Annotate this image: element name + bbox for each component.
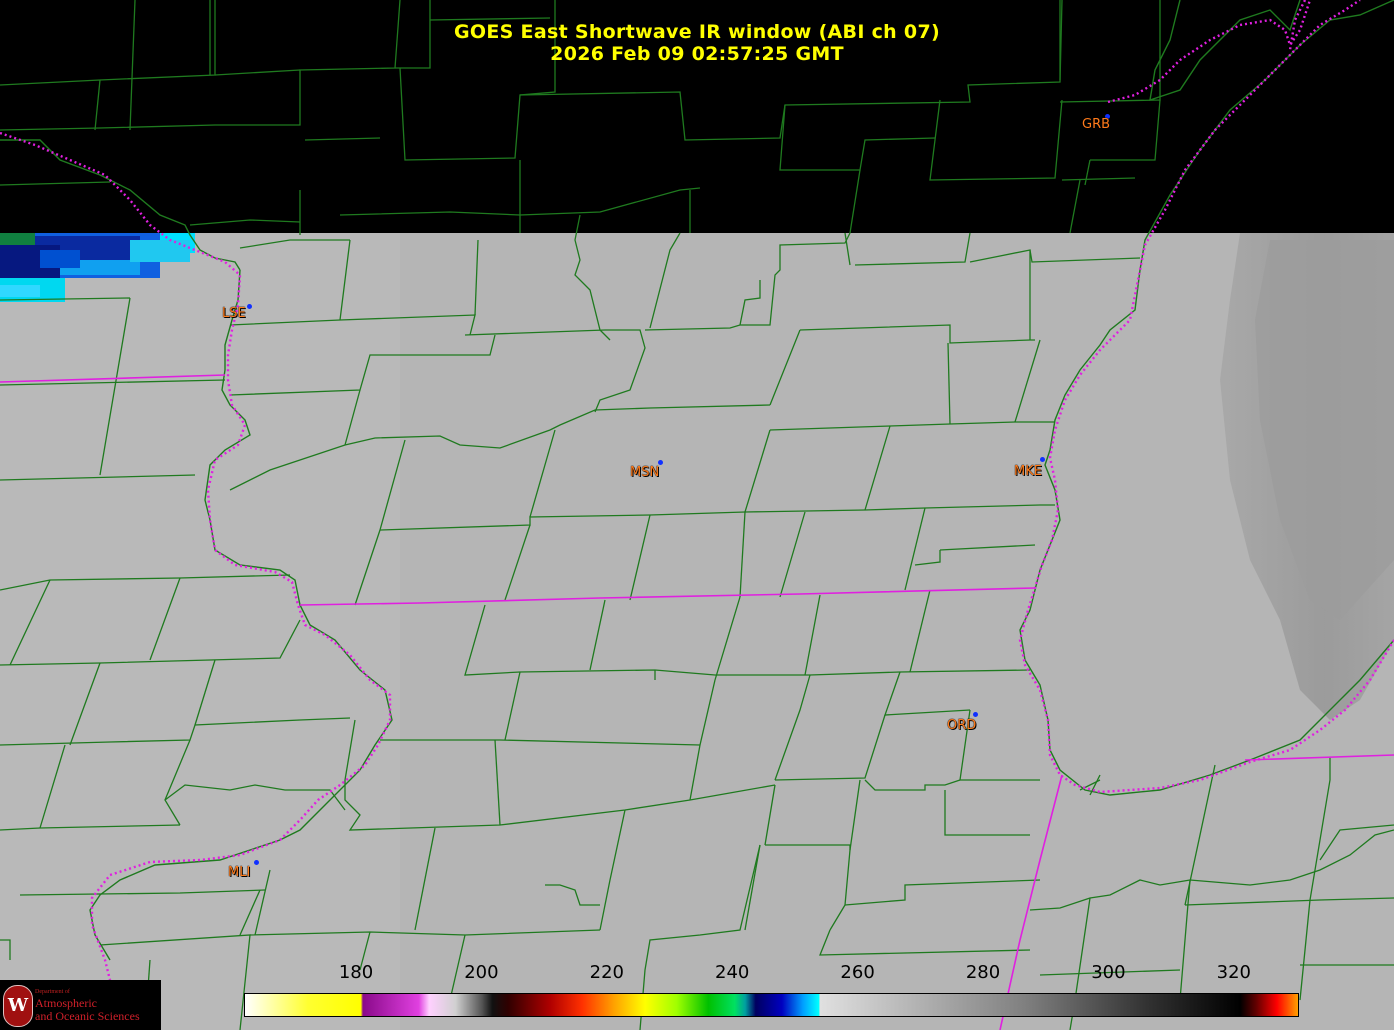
logo-line-3: and Oceanic Sciences [35,1009,140,1023]
station-label-grb: GRB [1082,117,1111,132]
station-label-ord: ORD [947,718,977,733]
colorbar-tick-180: 180 [338,962,374,983]
colorbar-tick-280: 280 [965,962,1001,983]
colorbar-tick-240: 240 [715,962,750,983]
station-label-mli: MLI [228,865,251,880]
satellite-map [0,0,1394,1030]
station-dot-lse [247,304,252,309]
logo-line-1: Department of [35,989,70,995]
colorbar-tick-300: 300 [1091,962,1126,983]
satellite-image-viewer: GOES East Shortwave IR window (ABI ch 07… [0,0,1394,1030]
temperature-colorbar [244,993,1299,1017]
colorbar-tick-200: 200 [464,962,499,983]
image-timestamp: 2026 Feb 09 02:57:25 GMT [550,43,844,65]
image-title: GOES East Shortwave IR window (ABI ch 07… [454,21,940,43]
colorbar-tick-220: 220 [589,962,624,983]
ir-imagery-west [0,233,400,1030]
station-dot-mke [1040,457,1045,462]
aos-logo: W Department of Atmospheric and Oceanic … [0,980,161,1030]
station-dot-ord [973,712,978,717]
station-label-mke: MKE [1014,464,1042,479]
colorbar-tick-320: 320 [1216,962,1251,983]
colorbar-tick-260: 260 [840,962,875,983]
station-label-lse: LSE [222,306,246,321]
station-label-msn: MSN [630,465,660,480]
uw-seal-icon: W [3,985,33,1027]
station-dot-mli [254,860,259,865]
